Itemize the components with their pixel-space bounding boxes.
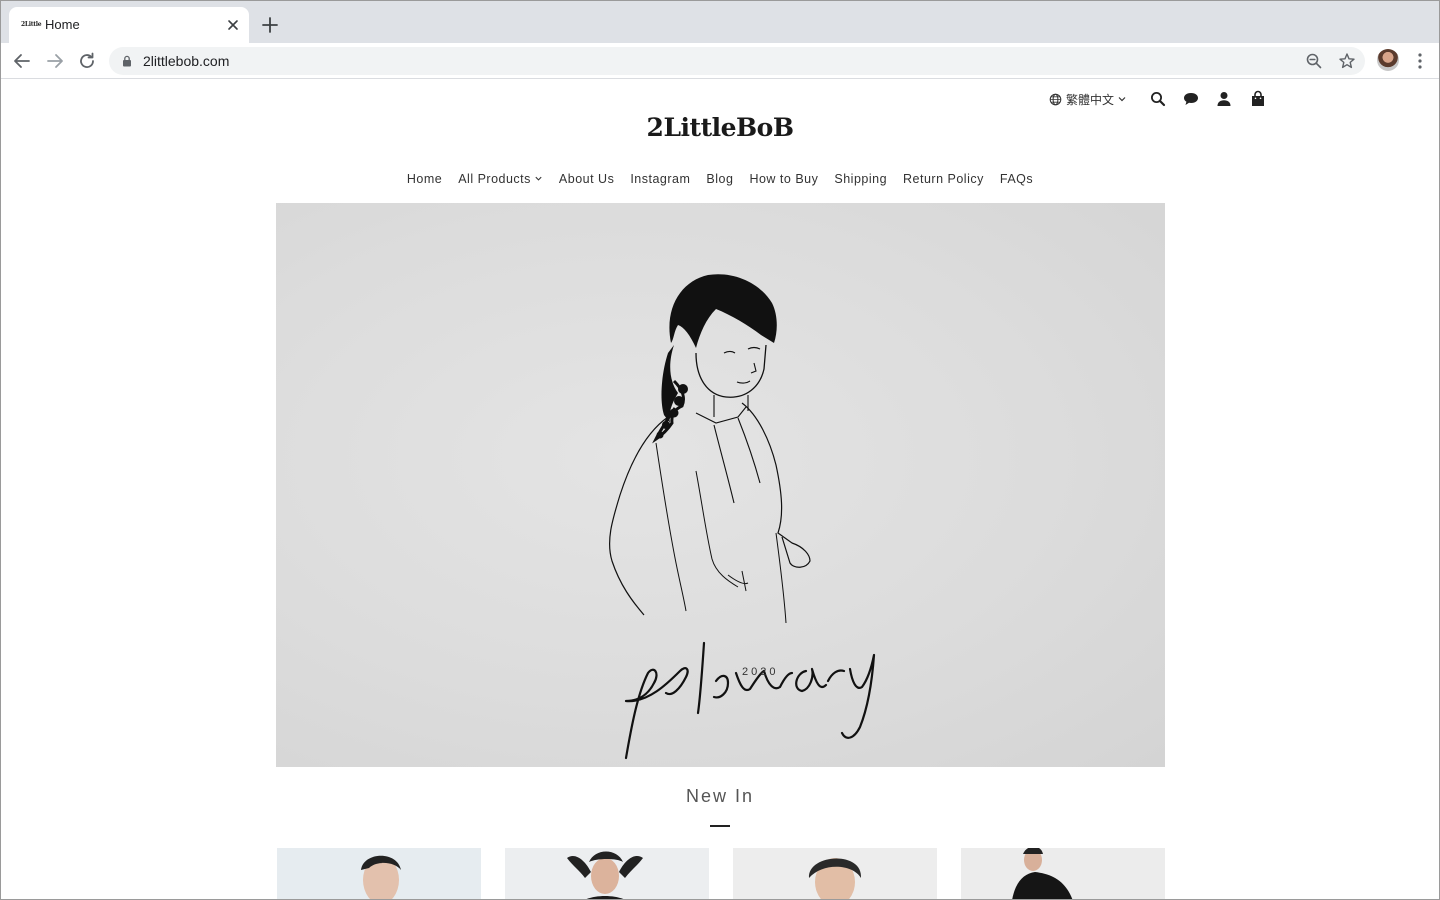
star-icon[interactable] xyxy=(1338,52,1356,70)
nav-item-label: All Products xyxy=(458,172,531,186)
url-text[interactable]: 2littlebob.com xyxy=(143,53,229,69)
browser-window: 2Little Home 2littlebob.com 繁體中文 2Little… xyxy=(0,0,1440,900)
product-card[interactable] xyxy=(277,848,481,899)
product-image xyxy=(961,848,1165,899)
nav-item-how-to-buy[interactable]: How to Buy xyxy=(749,172,818,186)
nav-item-home[interactable]: Home xyxy=(407,172,442,186)
more-vert-icon[interactable] xyxy=(1411,51,1429,71)
nose-mouth xyxy=(736,362,757,384)
profile-avatar[interactable] xyxy=(1377,49,1399,71)
hero-year: 2020 xyxy=(742,666,778,678)
collar xyxy=(695,406,761,504)
new-tab-plus-icon[interactable] xyxy=(259,14,281,36)
site-logo[interactable]: 2LittleBoB xyxy=(1,113,1439,142)
tab-strip: 2Little Home xyxy=(1,1,1439,43)
hero-illustration: february 2020 xyxy=(276,203,876,760)
forward-arrow-icon[interactable] xyxy=(44,50,66,72)
new-in-heading: New In xyxy=(685,786,755,806)
product-card[interactable] xyxy=(733,848,937,899)
address-bar[interactable]: 2littlebob.com xyxy=(109,47,1365,75)
page-content: 繁體中文 2LittleBoB Home All Products About … xyxy=(1,80,1439,899)
language-label: 繁體中文 xyxy=(1066,92,1115,107)
product-image xyxy=(733,848,937,899)
globe-icon xyxy=(1049,93,1062,105)
pocket xyxy=(727,570,749,592)
zoom-out-icon[interactable] xyxy=(1305,52,1323,70)
language-selector[interactable]: 繁體中文 xyxy=(1049,90,1127,108)
product-card[interactable] xyxy=(505,848,709,899)
tab-home[interactable]: 2Little Home xyxy=(9,7,249,43)
product-card[interactable] xyxy=(961,848,1165,899)
hero-banner[interactable]: february 2020 xyxy=(276,203,1165,767)
close-icon[interactable] xyxy=(223,15,243,35)
eyes xyxy=(723,346,761,354)
chevron-down-icon xyxy=(1118,97,1126,102)
site-favicon-icon: 2Little xyxy=(21,21,42,28)
coat-left xyxy=(609,416,669,616)
chevron-down-icon xyxy=(535,176,542,181)
product-image xyxy=(277,848,481,899)
browser-toolbar: 2littlebob.com xyxy=(1,43,1439,79)
nav-item-blog[interactable]: Blog xyxy=(706,172,733,186)
nav-item-about-us[interactable]: About Us xyxy=(559,172,614,186)
back-arrow-icon[interactable] xyxy=(11,50,33,72)
neck xyxy=(713,395,749,417)
coat-front xyxy=(655,442,787,624)
tab-title: Home xyxy=(45,17,80,32)
search-icon[interactable] xyxy=(1149,90,1167,108)
hair-shape xyxy=(669,274,777,348)
section-divider xyxy=(710,825,730,827)
product-image xyxy=(505,848,709,899)
nav-item-shipping[interactable]: Shipping xyxy=(834,172,887,186)
nav-item-all-products[interactable]: All Products xyxy=(458,172,543,186)
nav-item-instagram[interactable]: Instagram xyxy=(630,172,690,186)
nav-item-return-policy[interactable]: Return Policy xyxy=(903,172,984,186)
script-flourish xyxy=(624,641,876,760)
hero-script-text: february xyxy=(276,203,280,204)
lock-icon[interactable] xyxy=(121,55,133,67)
nav-item-faqs[interactable]: FAQs xyxy=(1000,172,1033,186)
reload-icon[interactable] xyxy=(76,50,98,72)
shopping-bag-icon[interactable] xyxy=(1249,90,1267,108)
chat-bubble-icon[interactable] xyxy=(1182,90,1200,108)
coat-right xyxy=(741,402,811,568)
user-icon[interactable] xyxy=(1215,90,1233,108)
main-navigation: Home All Products About Us Instagram Blo… xyxy=(1,172,1439,186)
